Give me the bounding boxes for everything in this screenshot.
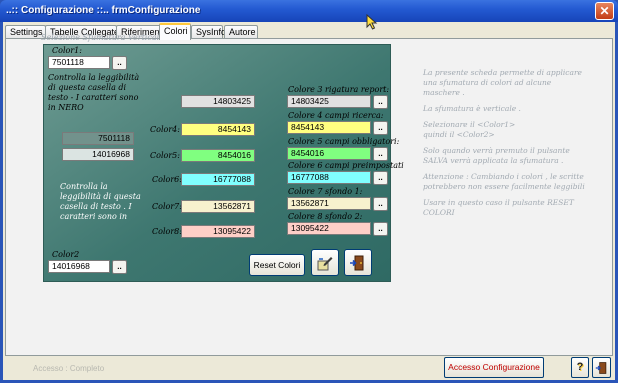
color8-label: Colore 8 sfondo 2:	[288, 212, 363, 221]
window-title: ..:: Configurazione ::.. frmConfigurazio…	[6, 5, 201, 16]
color5-label: Colore 5 campi obbligatori:	[288, 137, 400, 146]
color5-middle-label: Color5:	[150, 151, 180, 160]
save-pen-icon	[317, 257, 333, 271]
exit-icon	[595, 362, 606, 374]
info-line: Solo quando verrà premuto il pulsante	[423, 146, 570, 155]
info-line: una sfumatura di colori ad alcune	[423, 78, 552, 87]
color6-label: Colore 6 campi preimpostati	[288, 161, 404, 170]
tab-colori[interactable]: Colori	[159, 23, 191, 40]
color1-label: Color1:	[52, 46, 82, 55]
color1-preview: 7501118	[62, 132, 134, 145]
info-line: Attenzione : Cambiando i colori , le scr…	[423, 172, 584, 181]
color6-middle-label: Color6:	[152, 175, 182, 184]
color4-input[interactable]: 8454143	[287, 121, 371, 134]
color1-picker-button[interactable]: ..	[112, 56, 127, 70]
color4-picker-button[interactable]: ..	[373, 121, 388, 135]
tab-sysinfo[interactable]: SysInfo	[191, 25, 226, 39]
color4-middle-preview: 8454143	[181, 123, 255, 136]
help-icon: ?	[576, 361, 584, 373]
window-titlebar[interactable]: ..:: Configurazione ::.. frmConfigurazio…	[0, 0, 618, 22]
color7-input[interactable]: 13562871	[287, 197, 371, 210]
color3-input[interactable]: 14803425	[287, 95, 371, 108]
info-line: quindi il <Color2>	[423, 130, 495, 139]
access-config-button[interactable]: Accesso Configurazione	[444, 357, 544, 378]
color8-middle-preview: 13095422	[181, 225, 255, 238]
color2-input[interactable]: 14016968	[48, 260, 110, 273]
status-bar: Accesso : Completo Accesso Configurazion…	[3, 356, 615, 380]
save-button[interactable]	[311, 249, 339, 276]
info-line: Selezionare il <Color1>	[423, 120, 516, 129]
exit-button[interactable]	[344, 249, 372, 276]
color3-picker-button[interactable]: ..	[373, 95, 388, 109]
color7-label: Colore 7 sfondo 1:	[288, 187, 363, 196]
color3-label: Colore 3 rigatura report:	[288, 85, 390, 94]
info-line: La presente scheda permette di applicare	[423, 68, 582, 77]
color7-picker-button[interactable]: ..	[373, 197, 388, 211]
color5-input[interactable]: 8454016	[287, 147, 371, 160]
close-button[interactable]: ✕	[595, 2, 614, 20]
color8-middle-label: Color8:	[152, 227, 182, 236]
color8-picker-button[interactable]: ..	[373, 222, 388, 236]
reset-colors-button[interactable]: Reset Colori	[249, 254, 305, 276]
color8-input[interactable]: 13095422	[287, 222, 371, 235]
exit-door-icon	[350, 255, 364, 271]
readability-hint-white: Controlla la leggibilità di questa casel…	[60, 182, 141, 221]
color3-middle-preview: 14803425	[181, 95, 255, 108]
color2-preview: 14016968	[62, 148, 134, 161]
color7-middle-label: Color7:	[152, 202, 182, 211]
readability-hint-black: Controlla la leggibilità di questa casel…	[48, 73, 140, 112]
tab-autore[interactable]: Autore	[224, 25, 258, 39]
color6-input[interactable]: 16777088	[287, 171, 371, 184]
info-line: SALVA verrà applicata la sfumatura .	[423, 156, 564, 165]
tab-settings[interactable]: Settings	[5, 25, 46, 39]
color5-middle-preview: 8454016	[181, 149, 255, 162]
gradient-preview-panel: Color1: 7501118 .. Controlla la leggibil…	[43, 44, 404, 282]
info-line: COLORI	[423, 208, 455, 217]
color1-input[interactable]: 7501118	[48, 56, 110, 69]
color2-label: Color2	[52, 250, 80, 259]
color6-middle-preview: 16777088	[181, 173, 255, 186]
mouse-cursor-icon	[366, 14, 378, 30]
access-status: Accesso : Completo	[33, 364, 105, 373]
info-line: La sfumatura è verticale .	[423, 104, 521, 113]
exit-app-button[interactable]	[592, 357, 611, 378]
info-line: maschere .	[423, 88, 465, 97]
info-text-block: La presente scheda permette di applicare…	[423, 68, 607, 218]
help-button[interactable]: ?	[571, 357, 589, 378]
color6-picker-button[interactable]: ..	[373, 171, 388, 185]
color2-picker-button[interactable]: ..	[112, 260, 127, 274]
info-line: Usare in questo caso il pulsante RESET	[423, 198, 574, 207]
close-icon: ✕	[599, 4, 610, 18]
color7-middle-preview: 13562871	[181, 200, 255, 213]
color5-picker-button[interactable]: ..	[373, 147, 388, 161]
info-line: potrebbero non essere facilmente leggibi…	[423, 182, 585, 191]
color4-label: Colore 4 campi ricerca:	[288, 111, 384, 120]
color4-middle-label: Color4:	[150, 125, 180, 134]
